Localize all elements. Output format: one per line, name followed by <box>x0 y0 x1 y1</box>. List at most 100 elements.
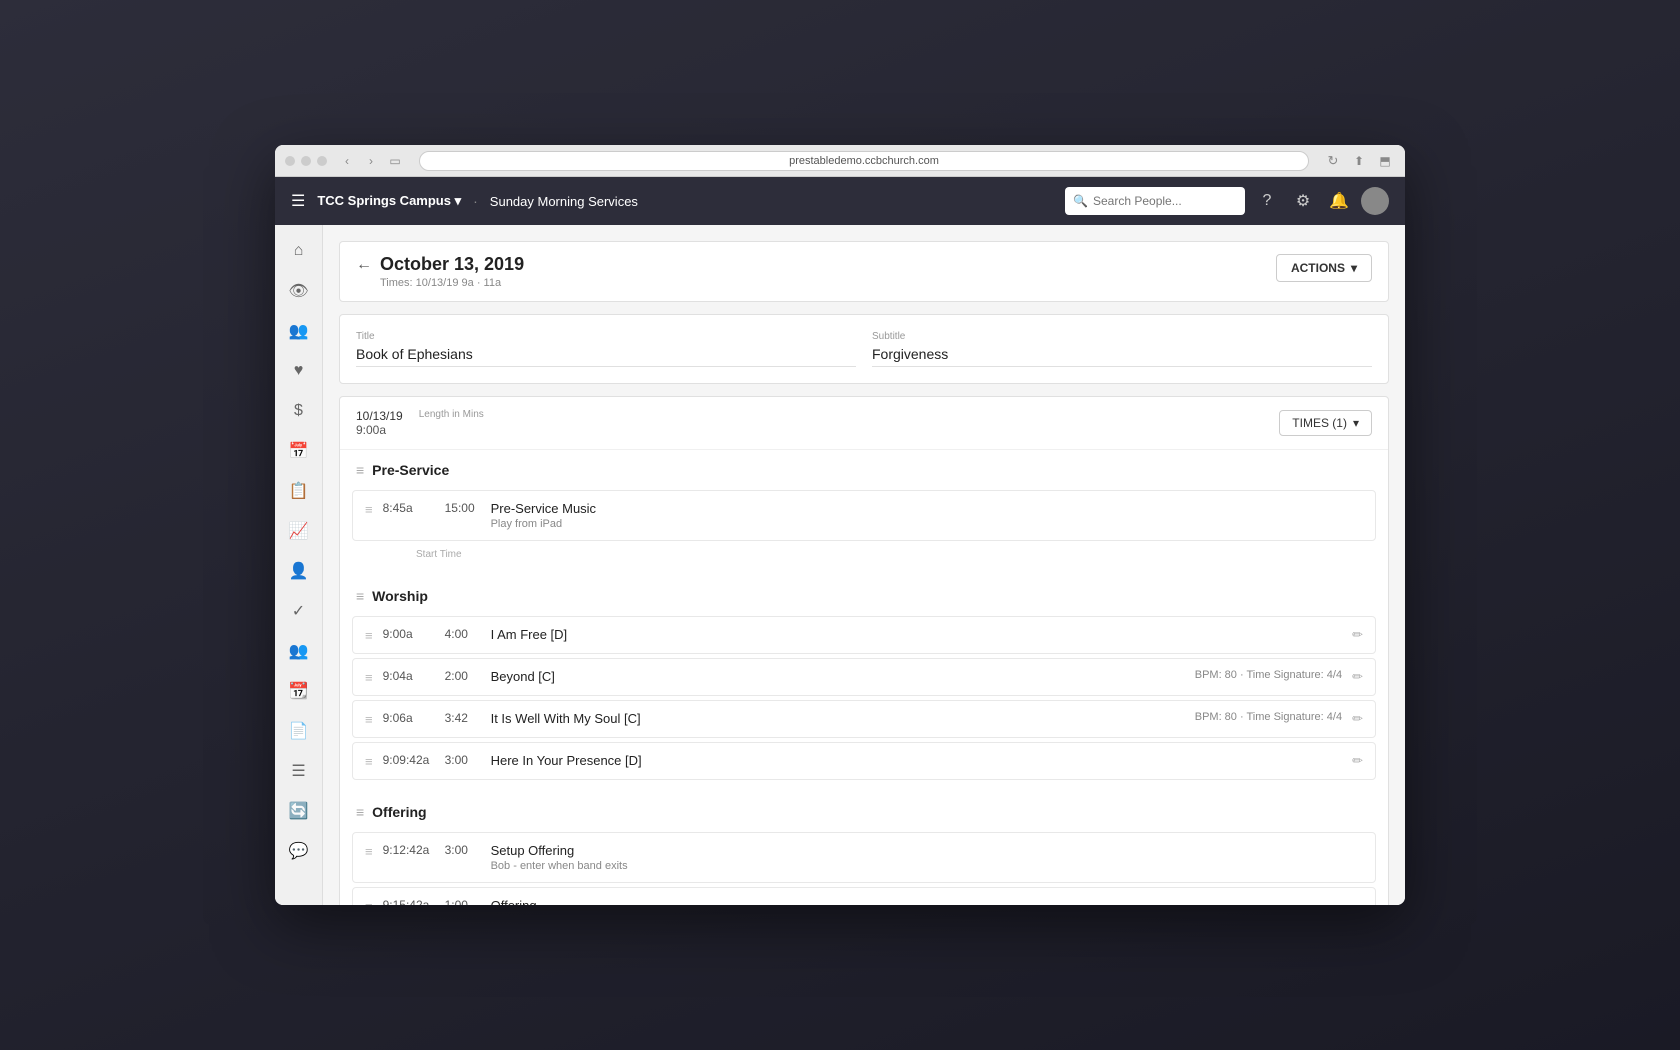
offering-drag-icon: ≡ <box>356 804 364 820</box>
item-duration: 3:42 <box>445 711 481 725</box>
search-input[interactable] <box>1065 187 1245 215</box>
item-content: It Is Well With My Soul [C] <box>491 711 1185 726</box>
sidebar-item-events[interactable]: 📆 <box>281 673 317 709</box>
edit-icon[interactable]: ✏ <box>1352 753 1363 769</box>
item-duration: 2:00 <box>445 669 481 683</box>
worship-item-3: ≡ 9:06a 3:42 It Is Well With My Soul [C]… <box>352 700 1376 738</box>
item-drag-icon: ≡ <box>365 502 373 517</box>
browser-tab-button[interactable]: ▭ <box>385 151 405 171</box>
offering-item-2: ≡ 9:15:42a 1:00 Offering <box>352 887 1376 905</box>
browser-forward-button[interactable]: › <box>361 151 381 171</box>
browser-back-button[interactable]: ‹ <box>337 151 357 171</box>
browser-share-button[interactable]: ⬆ <box>1349 151 1369 171</box>
hamburger-menu-button[interactable]: ☰ <box>291 191 305 211</box>
item-drag-icon: ≡ <box>365 754 373 769</box>
sidebar-item-menu[interactable]: ☰ <box>281 753 317 789</box>
title-value[interactable]: Book of Ephesians <box>356 346 856 367</box>
edit-icon[interactable]: ✏ <box>1352 627 1363 643</box>
sidebar-item-care[interactable]: ♥ <box>281 353 317 389</box>
sidebar-item-giving[interactable]: $ <box>281 393 317 429</box>
worship-drag-icon: ≡ <box>356 588 364 604</box>
item-drag-icon: ≡ <box>365 712 373 727</box>
item-time: 9:12:42a <box>383 843 435 857</box>
browser-dot-red <box>285 156 295 166</box>
page-header-left: ← October 13, 2019 Times: 10/13/19 9a · … <box>356 254 524 289</box>
settings-icon[interactable]: ⚙ <box>1289 187 1317 215</box>
item-duration: 15:00 <box>445 501 481 515</box>
top-nav: ☰ TCC Springs Campus ▾ · Sunday Morning … <box>275 177 1405 225</box>
pre-service-drag-icon: ≡ <box>356 462 364 478</box>
edit-icon[interactable]: ✏ <box>1352 669 1363 685</box>
item-name: Beyond [C] <box>491 669 1185 684</box>
item-name: Here In Your Presence [D] <box>491 753 1343 768</box>
meta-length-label: Length in Mins <box>419 409 484 420</box>
edit-icon[interactable]: ✏ <box>1352 711 1363 727</box>
sidebar-item-watch[interactable]: 👁 <box>281 273 317 309</box>
item-note: Play from iPad <box>491 518 1363 530</box>
item-time: 8:45a <box>383 501 435 515</box>
item-name: It Is Well With My Soul [C] <box>491 711 1185 726</box>
schedule-meta: 10/13/19 9:00a Length in Mins TIMES (1) … <box>340 397 1388 450</box>
item-content: Here In Your Presence [D] <box>491 753 1343 768</box>
sidebar: ⌂ 👁 👥 ♥ $ 📅 📋 📈 👤 ✓ 👥 📆 📄 ☰ 🔄 💬 <box>275 225 323 905</box>
sidebar-item-tasks[interactable]: ✓ <box>281 593 317 629</box>
campus-caret-icon: ▾ <box>455 193 462 208</box>
sidebar-item-messages[interactable]: 💬 <box>281 833 317 869</box>
nav-separator: · <box>473 193 478 209</box>
meta-length-item: Length in Mins <box>419 409 484 437</box>
item-time: 9:06a <box>383 711 435 725</box>
browser-reload-button[interactable]: ↻ <box>1323 151 1343 171</box>
campus-selector[interactable]: TCC Springs Campus ▾ <box>317 193 461 209</box>
worship-item-1: ≡ 9:00a 4:00 I Am Free [D] ✏ <box>352 616 1376 654</box>
actions-button[interactable]: ACTIONS ▾ <box>1276 254 1372 282</box>
worship-item-2: ≡ 9:04a 2:00 Beyond [C] BPM: 80 · Time S… <box>352 658 1376 696</box>
offering-title: Offering <box>372 804 426 820</box>
title-field: Title Book of Ephesians <box>356 331 856 367</box>
item-drag-icon: ≡ <box>365 628 373 643</box>
sidebar-item-profile[interactable]: 👤 <box>281 553 317 589</box>
browser-address-bar[interactable]: prestabledemo.ccbchurch.com <box>419 151 1309 171</box>
sidebar-item-calendar[interactable]: 📅 <box>281 433 317 469</box>
sidebar-item-home[interactable]: ⌂ <box>281 233 317 269</box>
subtitle-value[interactable]: Forgiveness <box>872 346 1372 367</box>
content-area: ← October 13, 2019 Times: 10/13/19 9a · … <box>323 225 1405 905</box>
back-button[interactable]: ← <box>356 256 372 274</box>
times-button[interactable]: TIMES (1) ▾ <box>1279 410 1372 436</box>
meta-time: 9:00a <box>356 423 386 437</box>
sidebar-item-sync[interactable]: 🔄 <box>281 793 317 829</box>
main-layout: ⌂ 👁 👥 ♥ $ 📅 📋 📈 👤 ✓ 👥 📆 📄 ☰ 🔄 💬 <box>275 225 1405 905</box>
item-time: 9:00a <box>383 627 435 641</box>
browser-nav: ‹ › ▭ <box>337 151 405 171</box>
meta-date: 10/13/19 <box>356 409 403 423</box>
sidebar-item-analytics[interactable]: 📈 <box>281 513 317 549</box>
sidebar-item-people[interactable]: 👥 <box>281 313 317 349</box>
avatar[interactable] <box>1361 187 1389 215</box>
times-caret-icon: ▾ <box>1353 416 1359 430</box>
actions-caret-icon: ▾ <box>1351 261 1357 275</box>
notifications-icon[interactable]: 🔔 <box>1325 187 1353 215</box>
item-drag-icon: ≡ <box>365 670 373 685</box>
title-label: Title <box>356 331 856 342</box>
help-icon[interactable]: ? <box>1253 187 1281 215</box>
sidebar-item-reports[interactable]: 📋 <box>281 473 317 509</box>
form-card: Title Book of Ephesians Subtitle Forgive… <box>339 314 1389 384</box>
item-content: Pre-Service Music Play from iPad <box>491 501 1363 530</box>
worship-item-4: ≡ 9:09:42a 3:00 Here In Your Presence [D… <box>352 742 1376 780</box>
app-container: ☰ TCC Springs Campus ▾ · Sunday Morning … <box>275 177 1405 905</box>
browser-screenshot-button[interactable]: ⬒ <box>1375 151 1395 171</box>
item-content: Offering <box>491 898 1363 905</box>
item-meta: BPM: 80 · Time Signature: 4/4 <box>1195 711 1342 723</box>
offering-section: ≡ Offering ≡ 9:12:42a 3:00 Setup Offerin… <box>340 792 1388 905</box>
item-duration: 1:00 <box>445 898 481 905</box>
schedule-card: 10/13/19 9:00a Length in Mins TIMES (1) … <box>339 396 1389 905</box>
sidebar-item-groups[interactable]: 👥 <box>281 633 317 669</box>
worship-header: ≡ Worship <box>340 576 1388 612</box>
start-time-label: Start Time <box>340 545 1388 568</box>
pre-service-header: ≡ Pre-Service <box>340 450 1388 486</box>
item-note: Bob - enter when band exits <box>491 860 1363 872</box>
page-times: Times: 10/13/19 9a · 11a <box>380 277 524 289</box>
schedule-meta-times: 10/13/19 9:00a Length in Mins <box>356 409 484 437</box>
nav-search-area: 🔍 ? ⚙ 🔔 <box>1065 187 1389 215</box>
pre-service-section: ≡ Pre-Service ≡ 8:45a 15:00 Pre-Service … <box>340 450 1388 576</box>
sidebar-item-forms[interactable]: 📄 <box>281 713 317 749</box>
